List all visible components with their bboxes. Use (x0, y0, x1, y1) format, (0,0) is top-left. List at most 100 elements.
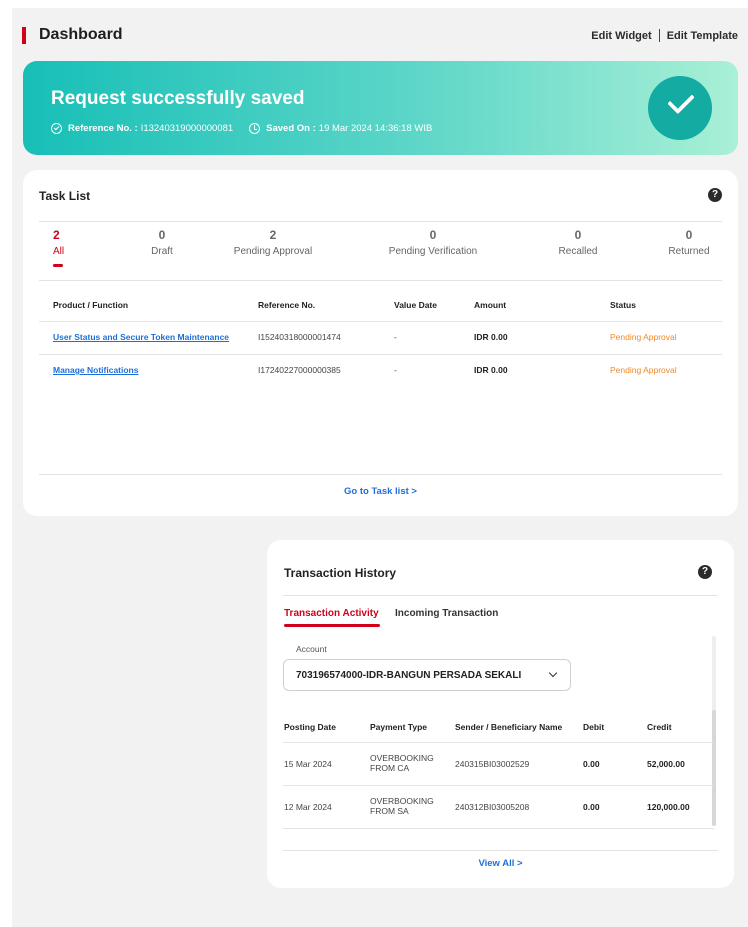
task-product-link[interactable]: Manage Notifications (53, 365, 138, 375)
reference-label: Reference No. : (68, 123, 138, 134)
posting-date: 15 Mar 2024 (284, 759, 332, 769)
column-header: Credit (647, 722, 672, 732)
column-header: Reference No. (258, 300, 316, 310)
stat-label: Pending Approval (233, 246, 313, 257)
success-message: Request successfully saved (51, 88, 305, 109)
stat-count: 0 (158, 228, 166, 242)
divider (283, 828, 714, 829)
payment-type-line: FROM SA (370, 806, 409, 816)
divider (283, 785, 714, 786)
account-value: 703196574000-IDR-BANGUN PERSADA SEKALI (296, 670, 522, 681)
saved-value: 19 Mar 2024 14:36:18 WIB (318, 123, 433, 134)
header-links: Edit Widget Edit Template (591, 29, 738, 42)
divider (39, 354, 722, 355)
task-value-date: - (394, 332, 397, 342)
column-header: Value Date (394, 300, 437, 310)
help-icon[interactable]: ? (698, 565, 712, 579)
beneficiary-name: 240315BI03002529 (455, 759, 530, 769)
page-title: Dashboard (39, 26, 123, 43)
active-tab-indicator (284, 624, 380, 627)
credit-value: 52,000.00 (647, 759, 685, 769)
divider (283, 595, 718, 596)
stat-label: Draft (151, 246, 173, 257)
column-header: Debit (583, 722, 605, 732)
stat-label: Returned (668, 246, 710, 257)
title-accent-bar (22, 27, 26, 44)
divider (283, 742, 714, 743)
scrollbar[interactable] (712, 636, 716, 826)
task-status: Pending Approval (610, 365, 677, 375)
page-header: Dashboard Edit Widget Edit Template (12, 8, 748, 60)
task-value-date: - (394, 365, 397, 375)
saved-label: Saved On : (266, 123, 316, 134)
stat-count: 0 (685, 228, 693, 242)
go-to-task-list-link[interactable]: Go to Task list > (23, 486, 738, 497)
stat-count: 2 (53, 228, 60, 242)
task-stat-all[interactable]: 2 All (53, 228, 65, 267)
help-icon[interactable]: ? (708, 188, 722, 202)
task-stat-pending-approval[interactable]: 2 Pending Approval (223, 228, 323, 257)
task-stat-draft[interactable]: 0 Draft (137, 228, 187, 257)
divider (39, 474, 722, 475)
page: Dashboard Edit Widget Edit Template Requ… (12, 8, 748, 927)
task-reference: I15240318000001474 (258, 332, 341, 342)
credit-value: 120,000.00 (647, 802, 690, 812)
stat-count: 0 (429, 228, 437, 242)
divider (39, 321, 722, 322)
column-header: Product / Function (53, 300, 129, 310)
column-header: Payment Type (370, 722, 428, 732)
view-all-link[interactable]: View All > (267, 858, 734, 869)
edit-widget-link[interactable]: Edit Widget (591, 30, 651, 42)
payment-type-line: OVERBOOKING (370, 753, 434, 763)
column-header: Amount (474, 300, 507, 310)
clock-icon (249, 123, 261, 134)
stat-count: 0 (574, 228, 582, 242)
account-select[interactable]: 703196574000-IDR-BANGUN PERSADA SEKALI (283, 659, 571, 691)
task-stat-pending-verification[interactable]: 0 Pending Verification (378, 228, 488, 257)
stat-label: All (53, 246, 65, 257)
payment-type-line: OVERBOOKING (370, 796, 434, 806)
tab-incoming-transaction[interactable]: Incoming Transaction (395, 608, 498, 619)
check-circle-icon (51, 123, 62, 134)
payment-type-line: FROM CA (370, 763, 410, 773)
scrollbar-thumb[interactable] (712, 710, 716, 826)
task-product-link[interactable]: User Status and Secure Token Maintenance (53, 332, 229, 342)
edit-template-link[interactable]: Edit Template (667, 30, 738, 42)
tab-label: Incoming Transaction (395, 608, 499, 619)
success-banner: Request successfully saved Reference No.… (23, 61, 738, 155)
task-stat-recalled[interactable]: 0 Recalled (548, 228, 608, 257)
task-list-card: Task List ? 2 All 0 Draft 2 Pending Appr… (23, 170, 738, 516)
column-header: Status (610, 300, 636, 310)
task-status: Pending Approval (610, 332, 677, 342)
task-amount: IDR 0.00 (474, 332, 508, 342)
stat-label: Pending Verification (388, 246, 478, 257)
reference-value: I13240319000000081 (140, 123, 234, 134)
transaction-history-title: Transaction History (284, 566, 397, 580)
stat-count: 2 (269, 228, 277, 242)
posting-date: 12 Mar 2024 (284, 802, 332, 812)
banner-meta: Reference No. : I13240319000000081 Saved… (51, 123, 432, 134)
task-amount: IDR 0.00 (474, 365, 508, 375)
payment-type: OVERBOOKING FROM CA (370, 753, 434, 773)
payment-type: OVERBOOKING FROM SA (370, 796, 434, 816)
debit-value: 0.00 (583, 759, 600, 769)
column-header: Posting Date (284, 722, 336, 732)
task-reference: I17240227000000385 (258, 365, 341, 375)
chevron-down-icon (548, 668, 558, 678)
stat-label: Recalled (558, 246, 598, 257)
task-stat-returned[interactable]: 0 Returned (659, 228, 719, 257)
account-label: Account (296, 644, 327, 654)
beneficiary-name: 240312BI03005208 (455, 802, 530, 812)
tab-label: Transaction Activity (284, 608, 379, 619)
tab-transaction-activity[interactable]: Transaction Activity (284, 608, 380, 627)
success-check-icon (648, 76, 712, 140)
active-tab-indicator (53, 264, 63, 267)
debit-value: 0.00 (583, 802, 600, 812)
task-list-title: Task List (39, 189, 91, 203)
divider (283, 850, 718, 851)
divider (39, 280, 722, 281)
divider (658, 29, 660, 42)
transaction-history-card: Transaction History ? Transaction Activi… (267, 540, 734, 888)
divider (39, 221, 722, 222)
column-header: Sender / Beneficiary Name (455, 722, 563, 732)
